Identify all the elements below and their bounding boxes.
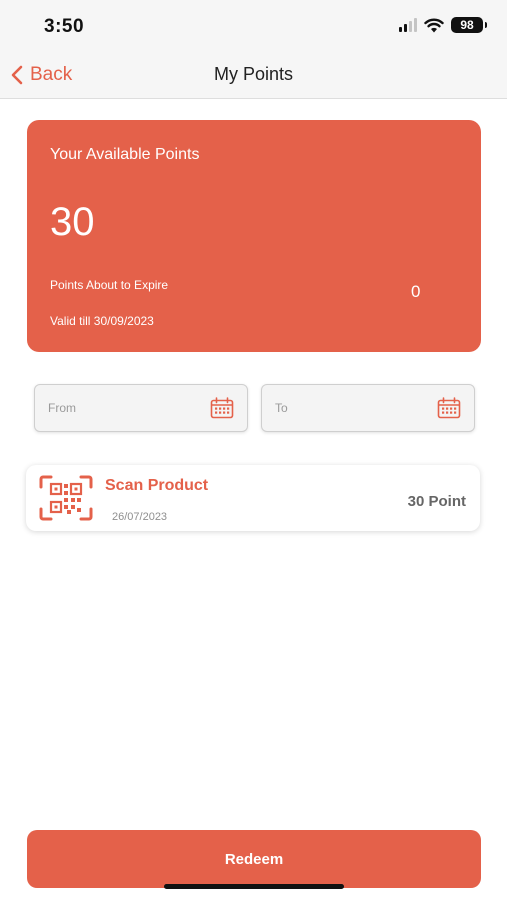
from-placeholder: From [48, 401, 76, 415]
expire-value: 0 [411, 282, 421, 301]
my-points-screen: 3:50 98 Back My Points Your Available Po… [0, 0, 507, 900]
status-icons: 98 [399, 17, 487, 33]
to-placeholder: To [275, 401, 288, 415]
points-card-title: Your Available Points [50, 146, 200, 163]
qr-code-icon [39, 475, 93, 521]
wifi-icon [424, 18, 444, 32]
from-date-field[interactable]: From [34, 384, 248, 432]
battery-level: 98 [460, 18, 474, 32]
redeem-button[interactable]: Redeem [27, 830, 481, 888]
calendar-icon[interactable] [437, 397, 461, 419]
available-points-value: 30 [50, 200, 95, 244]
redeem-label: Redeem [224, 850, 284, 868]
page-title: My Points [213, 64, 294, 84]
transaction-item[interactable]: Scan Product 26/07/2023 30 Point [26, 465, 480, 531]
status-time: 3:50 [44, 16, 85, 37]
transaction-date: 26/07/2023 [112, 511, 168, 523]
signal-icon [399, 18, 417, 32]
points-card: Your Available Points 30 Points About to… [27, 120, 481, 352]
calendar-icon[interactable] [210, 397, 234, 419]
home-indicator [164, 884, 344, 889]
expire-label: Points About to Expire [50, 278, 169, 292]
valid-till: Valid till 30/09/2023 [50, 314, 154, 328]
transaction-points: 30 Point [407, 493, 466, 510]
transaction-title: Scan Product [105, 477, 209, 494]
to-date-field[interactable]: To [261, 384, 475, 432]
battery-icon: 98 [451, 17, 487, 33]
status-bar: 3:50 98 [0, 0, 507, 52]
nav-bar: Back My Points [0, 52, 507, 99]
